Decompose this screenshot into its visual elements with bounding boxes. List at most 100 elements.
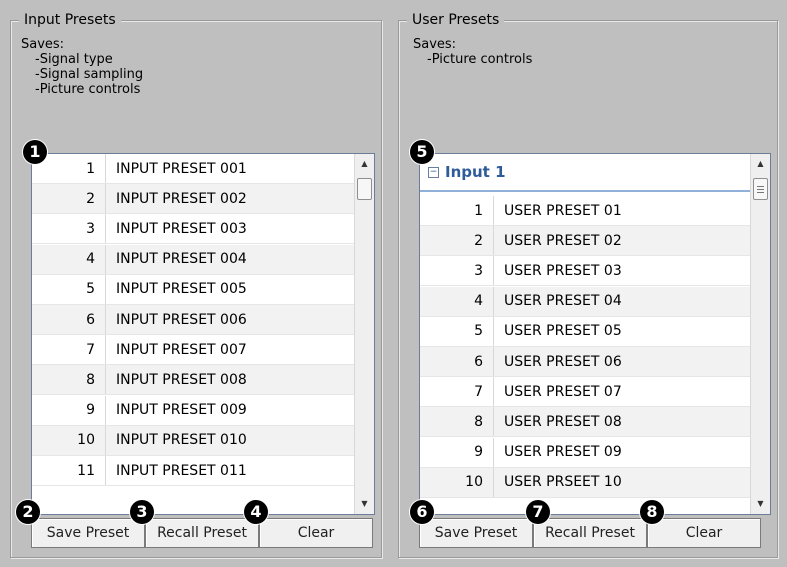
preset-number: 9 bbox=[420, 437, 494, 467]
callout-4: 4 bbox=[244, 500, 268, 524]
preset-number: 5 bbox=[32, 274, 106, 304]
preset-number: 5 bbox=[420, 316, 494, 346]
preset-number: 8 bbox=[420, 407, 494, 437]
user-recall-preset-button[interactable]: Recall Preset bbox=[533, 518, 647, 548]
callout-1: 1 bbox=[23, 140, 47, 164]
input-presets-saves: Saves: -Signal type -Signal sampling -Pi… bbox=[21, 37, 143, 97]
list-item[interactable]: 3 INPUT PRESET 003 bbox=[32, 214, 356, 245]
list-item[interactable]: 2 INPUT PRESET 002 bbox=[32, 184, 356, 215]
input-presets-group: Input Presets Saves: -Signal type -Signa… bbox=[10, 11, 382, 558]
list-item[interactable]: 11 INPUT PRESET 011 bbox=[32, 456, 356, 486]
user-save-preset-button[interactable]: Save Preset bbox=[419, 518, 533, 548]
preset-number: 9 bbox=[32, 395, 106, 425]
preset-name: INPUT PRESET 005 bbox=[116, 281, 247, 298]
preset-number: 2 bbox=[32, 184, 106, 214]
saves-item: -Signal sampling bbox=[35, 67, 144, 82]
preset-number: 8 bbox=[32, 365, 106, 395]
preset-name: INPUT PRESET 010 bbox=[116, 432, 247, 449]
scroll-thumb[interactable] bbox=[357, 178, 372, 200]
user-presets-list[interactable]: − Input 1 1 USER PRESET 01 2 USER PRESET 02… bbox=[419, 153, 771, 515]
preset-name: USER PRESET 06 bbox=[504, 353, 622, 370]
preset-number: 7 bbox=[420, 377, 494, 407]
preset-name: INPUT PRESET 011 bbox=[116, 462, 247, 479]
callout-6: 6 bbox=[410, 500, 434, 524]
saves-label: Saves: bbox=[413, 37, 457, 52]
user-presets-title: User Presets bbox=[407, 11, 505, 29]
list-item[interactable]: 8 USER PRESET 08 bbox=[420, 407, 752, 438]
list-item[interactable]: 10 INPUT PRESET 010 bbox=[32, 425, 356, 456]
callout-5: 5 bbox=[410, 140, 434, 164]
input-presets-list[interactable]: 1 INPUT PRESET 001 2 INPUT PRESET 002 3 INPUT… bbox=[31, 153, 375, 515]
preset-number: 4 bbox=[420, 286, 494, 316]
saves-label: Saves: bbox=[21, 37, 65, 52]
preset-name: USER PRESET 05 bbox=[504, 323, 622, 340]
preset-number: 10 bbox=[420, 467, 494, 497]
preset-name: USER PRESET 04 bbox=[504, 293, 622, 310]
preset-number: 4 bbox=[32, 244, 106, 274]
input-recall-preset-button[interactable]: Recall Preset bbox=[145, 518, 259, 548]
list-item[interactable]: 2 USER PRESET 02 bbox=[420, 226, 752, 257]
user-presets-group: User Presets Saves: -Picture controls − … bbox=[398, 11, 778, 558]
preset-name: INPUT PRESET 007 bbox=[116, 341, 247, 358]
preset-number: 11 bbox=[32, 456, 106, 485]
list-item[interactable]: 7 INPUT PRESET 007 bbox=[32, 335, 356, 366]
scroll-down-icon[interactable]: ▼ bbox=[355, 496, 374, 512]
input-clear-button[interactable]: Clear bbox=[259, 518, 373, 548]
preset-name: USER PRESET 02 bbox=[504, 232, 622, 249]
list-item[interactable]: 8 INPUT PRESET 008 bbox=[32, 365, 356, 396]
callout-3: 3 bbox=[130, 500, 154, 524]
user-presets-scrollbar[interactable]: ▲ ▼ bbox=[750, 154, 770, 514]
preset-name: INPUT PRESET 009 bbox=[116, 402, 247, 419]
input-1-group-header[interactable]: − Input 1 bbox=[420, 154, 752, 192]
callout-8: 8 bbox=[640, 500, 664, 524]
preset-number: 2 bbox=[420, 226, 494, 256]
user-clear-button[interactable]: Clear bbox=[647, 518, 761, 548]
saves-item: -Signal type bbox=[35, 52, 113, 67]
list-item[interactable]: 4 INPUT PRESET 004 bbox=[32, 244, 356, 275]
scroll-down-icon[interactable]: ▼ bbox=[751, 496, 770, 512]
preset-name: USER PRESET 03 bbox=[504, 262, 622, 279]
list-item[interactable]: 4 USER PRESET 04 bbox=[420, 286, 752, 317]
preset-name: INPUT PRESET 008 bbox=[116, 371, 247, 388]
preset-name: INPUT PRESET 003 bbox=[116, 220, 247, 237]
callout-2: 2 bbox=[16, 500, 40, 524]
list-item[interactable]: 1 USER PRESET 01 bbox=[420, 196, 752, 226]
scroll-up-icon[interactable]: ▲ bbox=[355, 156, 374, 172]
preset-name: INPUT PRESET 001 bbox=[116, 160, 247, 177]
input-presets-title: Input Presets bbox=[19, 11, 121, 29]
preset-number: 7 bbox=[32, 335, 106, 365]
scroll-thumb[interactable] bbox=[753, 178, 768, 200]
list-item[interactable]: 10 USER PRSEET 10 bbox=[420, 467, 752, 498]
preset-name: USER PRESET 01 bbox=[504, 202, 622, 219]
user-presets-saves: Saves: -Picture controls bbox=[413, 37, 532, 67]
input-save-preset-button[interactable]: Save Preset bbox=[31, 518, 145, 548]
preset-number: 6 bbox=[420, 347, 494, 376]
saves-item: -Picture controls bbox=[35, 82, 141, 97]
preset-number: 3 bbox=[420, 256, 494, 286]
preset-name: USER PRESET 07 bbox=[504, 383, 622, 400]
list-item[interactable]: 5 USER PRESET 05 bbox=[420, 316, 752, 347]
preset-name: INPUT PRESET 002 bbox=[116, 190, 247, 207]
preset-name: INPUT PRESET 006 bbox=[116, 311, 247, 328]
input-presets-scrollbar[interactable]: ▲ ▼ bbox=[354, 154, 374, 514]
list-item[interactable]: 5 INPUT PRESET 005 bbox=[32, 274, 356, 305]
preset-name: USER PRSEET 10 bbox=[504, 474, 622, 491]
list-item[interactable]: 7 USER PRESET 07 bbox=[420, 377, 752, 408]
list-item[interactable]: 3 USER PRESET 03 bbox=[420, 256, 752, 287]
list-item[interactable]: 1 INPUT PRESET 001 bbox=[32, 154, 356, 184]
list-item[interactable]: 9 INPUT PRESET 009 bbox=[32, 395, 356, 426]
preset-name: USER PRESET 08 bbox=[504, 413, 622, 430]
preset-number: 6 bbox=[32, 305, 106, 334]
preset-number: 1 bbox=[420, 196, 494, 225]
list-item[interactable]: 9 USER PRESET 09 bbox=[420, 437, 752, 468]
preset-number: 10 bbox=[32, 425, 106, 455]
preset-number: 3 bbox=[32, 214, 106, 244]
collapse-icon[interactable]: − bbox=[428, 166, 439, 178]
scroll-up-icon[interactable]: ▲ bbox=[751, 156, 770, 172]
preset-name: USER PRESET 09 bbox=[504, 444, 622, 461]
list-item[interactable]: 6 INPUT PRESET 006 bbox=[32, 305, 356, 335]
saves-item: -Picture controls bbox=[427, 52, 533, 67]
group-header-label: Input 1 bbox=[445, 163, 506, 181]
preset-name: INPUT PRESET 004 bbox=[116, 251, 247, 268]
list-item[interactable]: 6 USER PRESET 06 bbox=[420, 347, 752, 377]
